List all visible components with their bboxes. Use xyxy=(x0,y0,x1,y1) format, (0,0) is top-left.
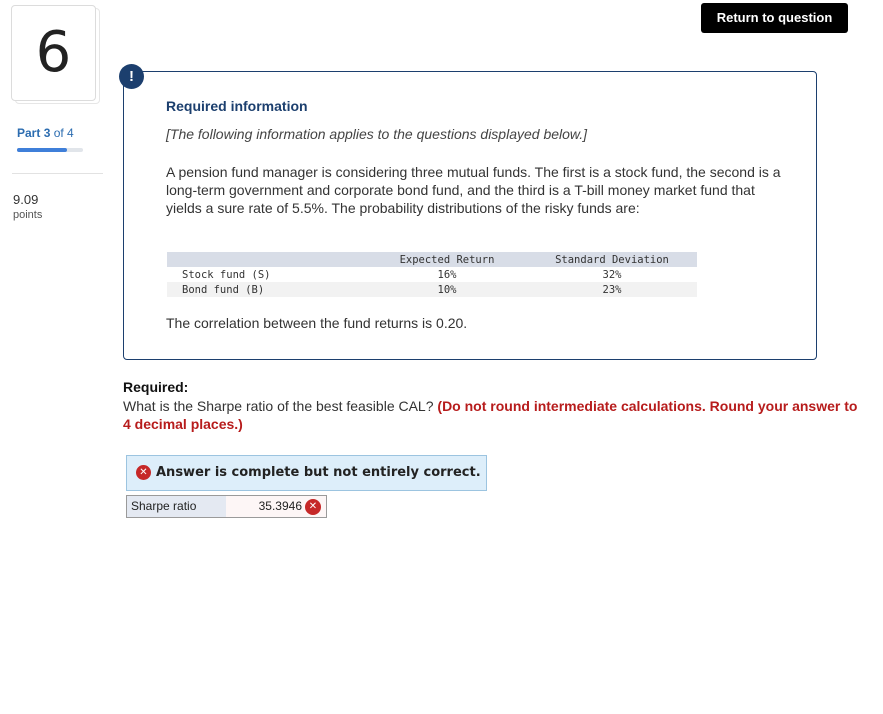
answer-status-text: Answer is complete but not entirely corr… xyxy=(156,465,481,480)
points-label: points xyxy=(13,209,43,221)
fund-name: Bond fund (B) xyxy=(167,282,367,297)
question-number: 6 xyxy=(35,20,72,85)
fund-distribution-table: Expected Return Standard Deviation Stock… xyxy=(167,252,697,297)
part-progress-fill xyxy=(17,148,67,152)
info-note: [The following information applies to th… xyxy=(166,126,588,142)
answer-value-field[interactable]: 35.3946 ✕ xyxy=(226,495,327,518)
part-label: Part xyxy=(17,126,41,140)
x-circle-icon: ✕ xyxy=(305,498,321,515)
std-deviation: 32% xyxy=(602,268,622,281)
table-header-std-dev: Standard Deviation xyxy=(527,252,697,267)
table-row: Stock fund (S) 16% 32% xyxy=(167,267,697,282)
table-header-expected-return: Expected Return xyxy=(367,252,527,267)
answer-value: 35.3946 xyxy=(258,499,302,513)
info-body: A pension fund manager is considering th… xyxy=(166,164,781,216)
sidebar-divider xyxy=(12,173,103,174)
required-question: What is the Sharpe ratio of the best fea… xyxy=(123,397,863,433)
question-text: What is the Sharpe ratio of the best fea… xyxy=(123,398,434,414)
points-value: 9.09 xyxy=(13,192,39,207)
required-information-box: Required information [The following info… xyxy=(123,71,817,360)
part-current: 3 xyxy=(43,126,51,140)
expected-return: 10% xyxy=(367,282,527,297)
std-deviation: 23% xyxy=(527,282,697,297)
x-circle-icon: ✕ xyxy=(136,465,151,480)
fund-name: Stock fund (S) xyxy=(182,268,271,281)
expected-return: 16% xyxy=(437,268,457,281)
alert-icon: ! xyxy=(119,64,144,89)
part-indicator: Part 3 of 4 xyxy=(17,126,74,140)
part-progress-bar xyxy=(17,148,83,152)
answer-label: Sharpe ratio xyxy=(126,495,227,518)
return-to-question-button[interactable]: Return to question xyxy=(701,3,848,33)
info-title: Required information xyxy=(166,98,308,114)
question-number-card: 6 xyxy=(11,5,96,101)
table-header-row: Expected Return Standard Deviation xyxy=(167,252,697,267)
table-header-fund xyxy=(167,252,367,267)
part-total: of 4 xyxy=(53,126,74,140)
correlation-text: The correlation between the fund returns… xyxy=(166,315,468,331)
answer-status-banner: ✕ Answer is complete but not entirely cor… xyxy=(126,455,487,491)
required-heading: Required: xyxy=(123,379,189,395)
table-row: Bond fund (B) 10% 23% xyxy=(167,282,697,297)
